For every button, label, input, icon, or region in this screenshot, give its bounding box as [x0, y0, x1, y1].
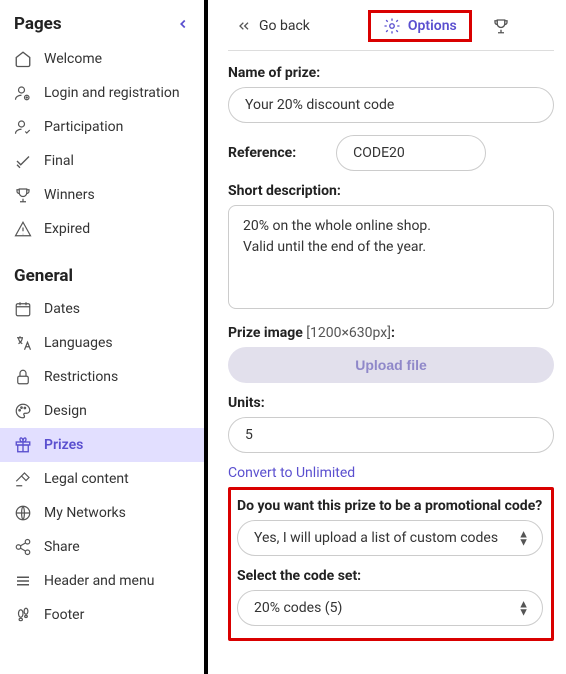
sidebar-item-label: Final	[44, 153, 74, 169]
reference-label: Reference:	[228, 145, 296, 161]
upload-file-button[interactable]: Upload file	[228, 347, 554, 383]
units-group: Units:	[228, 395, 554, 453]
prize-image-colon: :	[391, 325, 395, 341]
sidebar: Pages Welcome Login and registration Par…	[0, 0, 208, 674]
promo-select[interactable]: Yes, I will upload a list of custom code…	[237, 520, 543, 556]
sidebar-item-welcome[interactable]: Welcome	[0, 42, 204, 76]
sidebar-item-label: Footer	[44, 607, 84, 623]
convert-unlimited-link[interactable]: Convert to Unlimited	[228, 465, 554, 481]
globe-icon	[14, 504, 32, 522]
codeset-select[interactable]: 20% codes (5)	[237, 590, 543, 626]
sidebar-item-label: Participation	[44, 119, 123, 135]
sidebar-item-footer[interactable]: Footer	[0, 598, 204, 632]
tab-winners-icon[interactable]	[492, 17, 510, 35]
sidebar-header-pages: Pages	[0, 10, 204, 42]
prize-image-group: Prize image [1200×630px]: Upload file	[228, 325, 554, 383]
sidebar-item-label: Dates	[44, 301, 80, 317]
chevrons-left-icon	[236, 18, 252, 34]
promo-group: Do you want this prize to be a promotion…	[237, 498, 543, 556]
home-icon	[14, 50, 32, 68]
sidebar-item-final[interactable]: Final	[0, 144, 204, 178]
sidebar-item-label: Login and registration	[44, 85, 180, 101]
options-label: Options	[408, 18, 457, 34]
promo-label: Do you want this prize to be a promotion…	[237, 498, 543, 514]
name-of-prize-group: Name of prize:	[228, 65, 554, 123]
topbar: Go back Options	[228, 10, 554, 51]
sidebar-item-label: Share	[44, 539, 80, 555]
sidebar-item-restrictions[interactable]: Restrictions	[0, 360, 204, 394]
name-input[interactable]	[228, 87, 554, 123]
short-desc-group: Short description: 20% on the whole onli…	[228, 183, 554, 313]
footprint-icon	[14, 606, 32, 624]
sidebar-item-label: My Networks	[44, 505, 126, 521]
sidebar-item-prizes[interactable]: Prizes	[0, 428, 204, 462]
sidebar-item-share[interactable]: Share	[0, 530, 204, 564]
sidebar-item-my-networks[interactable]: My Networks	[0, 496, 204, 530]
units-label: Units:	[228, 395, 554, 411]
sidebar-item-languages[interactable]: Languages	[0, 326, 204, 360]
prize-image-hint: [1200×630px]	[303, 325, 391, 341]
prize-image-label: Prize image [1200×630px]:	[228, 325, 554, 341]
prize-image-text: Prize image	[228, 325, 303, 341]
sidebar-item-label: Expired	[44, 221, 90, 237]
sidebar-item-label: Prizes	[44, 437, 83, 453]
general-title: General	[0, 260, 204, 292]
share-icon	[14, 538, 32, 556]
sidebar-item-dates[interactable]: Dates	[0, 292, 204, 326]
tab-options[interactable]: Options	[368, 10, 472, 42]
sidebar-item-legal-content[interactable]: Legal content	[0, 462, 204, 496]
sidebar-item-expired[interactable]: Expired	[0, 212, 204, 246]
sidebar-item-label: Languages	[44, 335, 113, 351]
sidebar-item-label: Winners	[44, 187, 95, 203]
sidebar-item-login-registration[interactable]: Login and registration	[0, 76, 204, 110]
sidebar-item-label: Restrictions	[44, 369, 118, 385]
sidebar-item-design[interactable]: Design	[0, 394, 204, 428]
promo-code-section: Do you want this prize to be a promotion…	[228, 487, 554, 641]
reference-input[interactable]	[336, 135, 486, 171]
short-desc-label: Short description:	[228, 183, 554, 199]
sidebar-item-label: Header and menu	[44, 573, 154, 589]
sidebar-item-winners[interactable]: Winners	[0, 178, 204, 212]
sidebar-item-participation[interactable]: Participation	[0, 110, 204, 144]
lock-icon	[14, 368, 32, 386]
checkmark-icon	[14, 152, 32, 170]
collapse-sidebar-icon[interactable]	[176, 17, 190, 31]
menu-icon	[14, 572, 32, 590]
translate-icon	[14, 334, 32, 352]
reference-group: Reference:	[228, 135, 554, 171]
sidebar-item-label: Welcome	[44, 51, 102, 67]
user-check-icon	[14, 118, 32, 136]
codeset-label: Select the code set:	[237, 568, 543, 584]
main-content: Go back Options 1 Name of prize: Referen…	[208, 0, 566, 674]
units-input[interactable]	[228, 417, 554, 453]
pages-title: Pages	[14, 14, 62, 34]
go-back-label: Go back	[259, 18, 310, 34]
calendar-icon	[14, 300, 32, 318]
go-back-button[interactable]: Go back	[228, 14, 318, 38]
palette-icon	[14, 402, 32, 420]
short-desc-textarea[interactable]: 20% on the whole online shop. Valid unti…	[228, 205, 554, 309]
name-label: Name of prize:	[228, 65, 554, 81]
gavel-icon	[14, 470, 32, 488]
sidebar-item-label: Legal content	[44, 471, 129, 487]
sidebar-item-header-menu[interactable]: Header and menu	[0, 564, 204, 598]
trophy-icon	[14, 186, 32, 204]
codeset-group: Select the code set: 20% codes (5) ▲▼	[237, 568, 543, 626]
user-add-icon	[14, 84, 32, 102]
warning-icon	[14, 220, 32, 238]
sidebar-item-label: Design	[44, 403, 87, 419]
gear-icon	[383, 17, 401, 35]
gift-icon	[14, 436, 32, 454]
